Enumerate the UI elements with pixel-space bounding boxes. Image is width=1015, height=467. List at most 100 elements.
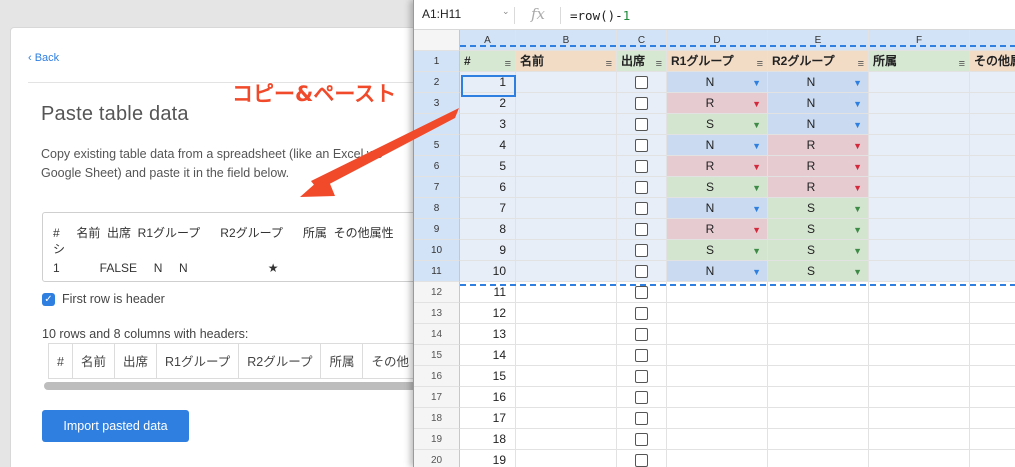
name-cell[interactable] (516, 240, 617, 261)
name-cell[interactable] (516, 450, 617, 467)
dropdown-arrow-icon[interactable]: ▼ (752, 178, 761, 197)
r2-group-cell[interactable]: R ▼ (768, 156, 869, 177)
r1-group-cell[interactable]: R ▼ (667, 156, 768, 177)
column-letter[interactable] (970, 30, 1015, 51)
name-cell[interactable] (516, 408, 617, 429)
r2-group-cell[interactable] (768, 366, 869, 387)
row-number[interactable]: 20 (414, 450, 460, 467)
other-attribute-cell[interactable] (970, 261, 1015, 282)
r1-group-cell[interactable]: N ▼ (667, 135, 768, 156)
r1-group-cell[interactable]: N ▼ (667, 198, 768, 219)
name-cell[interactable] (516, 114, 617, 135)
row-number[interactable]: 9 (414, 219, 460, 240)
number-cell[interactable]: 17 (460, 408, 516, 429)
number-cell[interactable]: 2 (460, 93, 516, 114)
row-number[interactable]: 10 (414, 240, 460, 261)
checkbox[interactable] (635, 411, 648, 425)
affiliation-cell[interactable] (869, 240, 970, 261)
dropdown-arrow-icon[interactable]: ▼ (853, 178, 862, 197)
row-number[interactable]: 2 (414, 72, 460, 93)
checkbox[interactable] (635, 327, 648, 341)
dropdown-arrow-icon[interactable]: ▼ (853, 94, 862, 113)
number-cell[interactable]: 4 (460, 135, 516, 156)
r1-group-cell[interactable]: S ▼ (667, 114, 768, 135)
dropdown-arrow-icon[interactable]: ▼ (853, 241, 862, 260)
row-number[interactable]: 19 (414, 429, 460, 450)
r1-group-cell[interactable] (667, 387, 768, 408)
other-attribute-cell[interactable] (970, 303, 1015, 324)
r2-group-cell[interactable]: R ▼ (768, 135, 869, 156)
header-cell[interactable]: R2グループ ≡ (768, 51, 869, 72)
column-letter[interactable]: C (617, 30, 667, 51)
number-cell[interactable]: 14 (460, 345, 516, 366)
r2-group-cell[interactable] (768, 450, 869, 467)
r2-group-cell[interactable] (768, 408, 869, 429)
name-cell[interactable] (516, 198, 617, 219)
row-number[interactable]: 6 (414, 156, 460, 177)
name-cell[interactable] (516, 282, 617, 303)
affiliation-cell[interactable] (869, 282, 970, 303)
attendance-cell[interactable] (617, 135, 667, 156)
row-number[interactable]: 17 (414, 387, 460, 408)
number-cell[interactable]: 1 (460, 72, 516, 93)
attendance-cell[interactable] (617, 324, 667, 345)
header-cell[interactable]: その他属 (970, 51, 1015, 72)
attendance-cell[interactable] (617, 408, 667, 429)
affiliation-cell[interactable] (869, 219, 970, 240)
affiliation-cell[interactable] (869, 324, 970, 345)
attendance-cell[interactable] (617, 387, 667, 408)
filter-icon[interactable]: ≡ (959, 54, 965, 71)
r1-group-cell[interactable] (667, 324, 768, 345)
r1-group-cell[interactable] (667, 303, 768, 324)
dropdown-arrow-icon[interactable]: ▼ (853, 115, 862, 134)
other-attribute-cell[interactable] (970, 324, 1015, 345)
row-number[interactable]: 14 (414, 324, 460, 345)
number-cell[interactable]: 5 (460, 156, 516, 177)
attendance-cell[interactable] (617, 72, 667, 93)
filter-icon[interactable]: ≡ (656, 54, 662, 71)
header-cell[interactable]: R1グループ ≡ (667, 51, 768, 72)
other-attribute-cell[interactable] (970, 282, 1015, 303)
checkbox[interactable] (635, 243, 648, 257)
filter-icon[interactable]: ≡ (757, 54, 763, 71)
number-cell[interactable]: 19 (460, 450, 516, 467)
attendance-cell[interactable] (617, 93, 667, 114)
other-attribute-cell[interactable] (970, 408, 1015, 429)
other-attribute-cell[interactable] (970, 135, 1015, 156)
dropdown-arrow-icon[interactable]: ▼ (752, 136, 761, 155)
checkbox[interactable] (635, 285, 648, 299)
name-cell[interactable] (516, 135, 617, 156)
row-number[interactable]: 15 (414, 345, 460, 366)
affiliation-cell[interactable] (869, 177, 970, 198)
checkbox[interactable] (635, 453, 648, 467)
row-number[interactable]: 12 (414, 282, 460, 303)
dropdown-arrow-icon[interactable]: ▼ (752, 220, 761, 239)
r1-group-cell[interactable] (667, 345, 768, 366)
checkbox[interactable] (635, 180, 648, 194)
row-number[interactable]: 5 (414, 135, 460, 156)
checkbox[interactable] (635, 306, 648, 320)
checkbox[interactable] (635, 390, 648, 404)
dropdown-arrow-icon[interactable]: ▼ (853, 157, 862, 176)
affiliation-cell[interactable] (869, 450, 970, 467)
other-attribute-cell[interactable] (970, 114, 1015, 135)
attendance-cell[interactable] (617, 114, 667, 135)
affiliation-cell[interactable] (869, 156, 970, 177)
r1-group-cell[interactable] (667, 429, 768, 450)
dropdown-arrow-icon[interactable]: ▼ (752, 73, 761, 92)
number-cell[interactable]: 16 (460, 387, 516, 408)
attendance-cell[interactable] (617, 177, 667, 198)
checkbox[interactable] (635, 348, 648, 362)
other-attribute-cell[interactable] (970, 198, 1015, 219)
attendance-cell[interactable] (617, 219, 667, 240)
r2-group-cell[interactable]: N ▼ (768, 93, 869, 114)
r1-group-cell[interactable]: S ▼ (667, 240, 768, 261)
horizontal-scrollbar[interactable] (44, 382, 420, 390)
name-cell[interactable] (516, 219, 617, 240)
r2-group-cell[interactable] (768, 429, 869, 450)
dropdown-arrow-icon[interactable]: ▼ (752, 199, 761, 218)
number-cell[interactable]: 8 (460, 219, 516, 240)
column-letter[interactable]: B (516, 30, 617, 51)
r1-group-cell[interactable]: S ▼ (667, 177, 768, 198)
checkbox[interactable] (635, 138, 648, 152)
